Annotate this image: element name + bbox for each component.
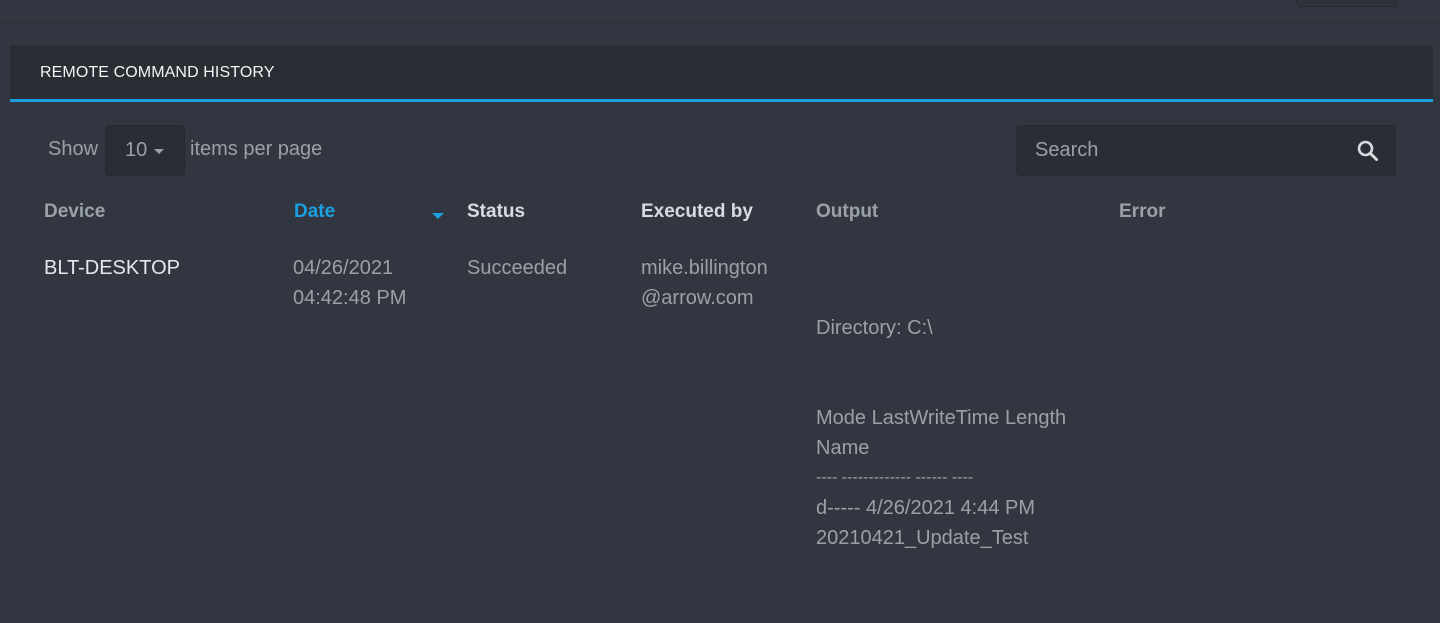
page-size-dropdown[interactable]: 10 bbox=[105, 125, 185, 176]
search-box bbox=[1016, 125, 1396, 176]
output-line: Mode LastWriteTime Length bbox=[816, 407, 1067, 429]
search-icon bbox=[1357, 140, 1378, 161]
cell-status: Succeeded bbox=[467, 257, 568, 279]
column-header-status[interactable]: Status bbox=[467, 201, 525, 223]
cell-device: BLT-DESKTOP bbox=[44, 257, 180, 279]
cell-date-time: 04:42:48 PM bbox=[293, 287, 407, 309]
column-header-error[interactable]: Error bbox=[1119, 201, 1165, 223]
sort-descending-icon[interactable] bbox=[432, 213, 444, 219]
column-header-output[interactable]: Output bbox=[816, 201, 878, 223]
show-label: Show bbox=[48, 138, 99, 160]
top-bar bbox=[0, 0, 1440, 23]
column-header-date[interactable]: Date bbox=[294, 201, 335, 223]
items-per-page-label: items per page bbox=[190, 138, 323, 160]
column-header-executed-by[interactable]: Executed by bbox=[641, 201, 753, 223]
output-line: 20210421_Update_Test bbox=[816, 527, 1029, 549]
page-size-value: 10 bbox=[125, 139, 148, 161]
cell-date-day: 04/26/2021 bbox=[293, 257, 394, 279]
output-line: Directory: C:\ bbox=[816, 317, 933, 339]
panel-title: REMOTE COMMAND HISTORY bbox=[40, 64, 275, 81]
column-header-device[interactable]: Device bbox=[44, 201, 105, 223]
output-line: ---- ------------- ------ ---- bbox=[816, 469, 974, 486]
output-line: d----- 4/26/2021 4:44 PM bbox=[816, 497, 1035, 519]
search-input[interactable] bbox=[1017, 126, 1339, 175]
cell-executed-by-user: mike.billington bbox=[641, 257, 768, 279]
top-bar-button[interactable] bbox=[1296, 0, 1398, 7]
cell-executed-by-domain: @arrow.com bbox=[641, 287, 754, 309]
chevron-down-icon bbox=[154, 149, 164, 154]
panel-header: REMOTE COMMAND HISTORY bbox=[10, 45, 1433, 102]
output-line: Name bbox=[816, 437, 870, 459]
search-button[interactable] bbox=[1339, 126, 1396, 175]
